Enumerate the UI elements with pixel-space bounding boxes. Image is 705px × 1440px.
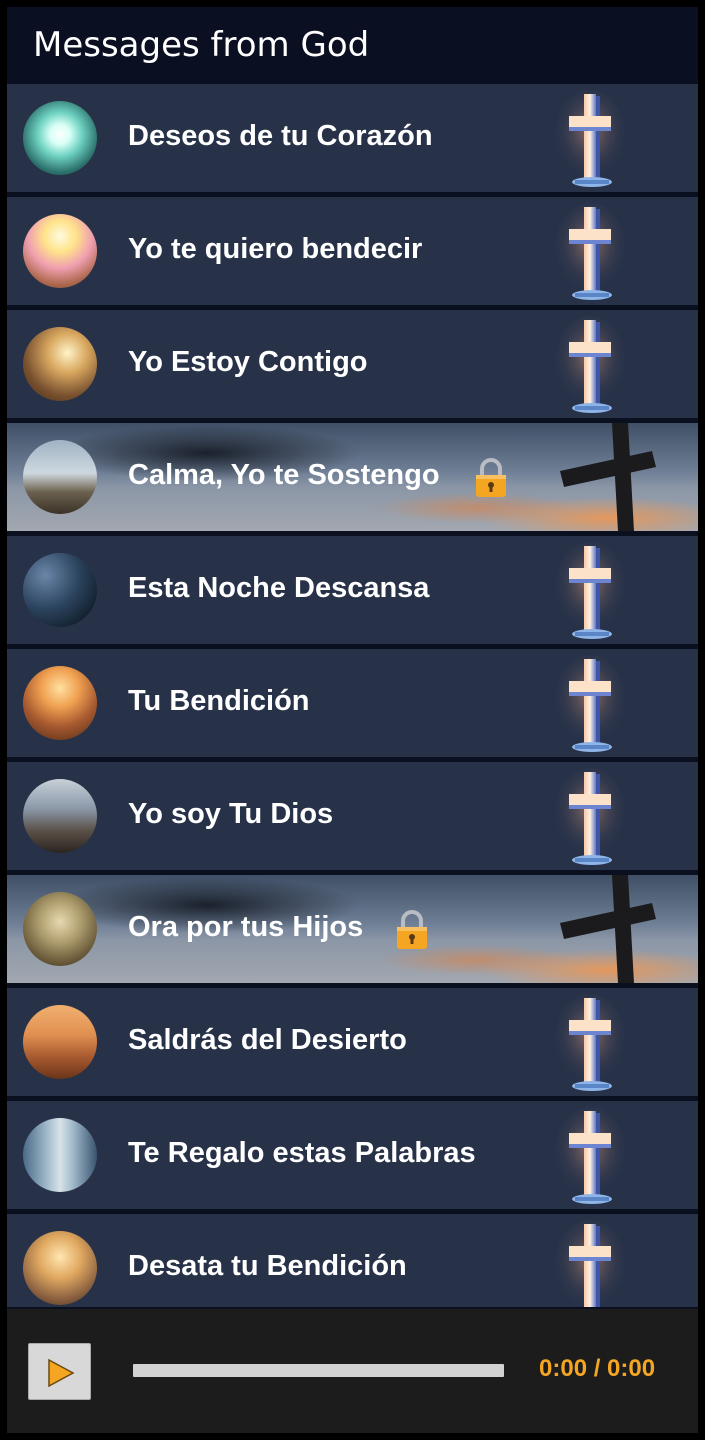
lock-icon — [473, 458, 509, 498]
message-thumbnail — [23, 440, 97, 514]
glowing-cross-icon — [555, 768, 625, 865]
dark-cross-sunset-icon — [560, 875, 656, 983]
message-row[interactable]: Calma, Yo te Sostengo — [7, 423, 698, 531]
message-thumbnail — [23, 666, 97, 740]
glowing-cross-icon — [555, 994, 625, 1091]
message-title: Esta Noche Descansa — [128, 572, 430, 604]
message-thumbnail — [23, 1005, 97, 1079]
play-icon — [48, 1358, 75, 1388]
message-thumbnail — [23, 779, 97, 853]
message-thumbnail — [23, 553, 97, 627]
time-display: 0:00 / 0:00 — [539, 1355, 656, 1382]
message-title: Yo Estoy Contigo — [128, 346, 368, 378]
message-row[interactable]: Deseos de tu Corazón — [7, 84, 698, 192]
message-row[interactable]: Yo Estoy Contigo — [7, 310, 698, 418]
glowing-cross-icon — [555, 1107, 625, 1204]
glowing-cross-icon — [555, 655, 625, 752]
message-row[interactable]: Desata tu Bendición — [7, 1214, 698, 1307]
message-row[interactable]: Ora por tus Hijos — [7, 875, 698, 983]
message-thumbnail — [23, 1231, 97, 1305]
glowing-cross-icon — [555, 1220, 625, 1307]
message-title: Yo te quiero bendecir — [128, 233, 423, 265]
progress-track[interactable] — [133, 1364, 504, 1377]
play-button[interactable] — [28, 1343, 91, 1400]
message-thumbnail — [23, 101, 97, 175]
message-row[interactable]: Yo te quiero bendecir — [7, 197, 698, 305]
message-title: Saldrás del Desierto — [128, 1024, 407, 1056]
glowing-cross-icon — [555, 90, 625, 187]
message-thumbnail — [23, 214, 97, 288]
dark-cross-sunset-icon — [560, 423, 656, 531]
glowing-cross-icon — [555, 316, 625, 413]
message-title: Tu Bendición — [128, 685, 310, 717]
message-thumbnail — [23, 1118, 97, 1192]
message-title: Yo soy Tu Dios — [128, 798, 334, 830]
message-thumbnail — [23, 892, 97, 966]
message-title: Ora por tus Hijos — [128, 911, 364, 943]
audio-player: 0:00 / 0:00 — [7, 1309, 698, 1433]
app-frame: Messages from God Deseos de tu Corazón Yo… — [7, 7, 698, 1433]
glowing-cross-icon — [555, 542, 625, 639]
message-row[interactable]: Esta Noche Descansa — [7, 536, 698, 644]
message-row[interactable]: Yo soy Tu Dios — [7, 762, 698, 870]
message-list[interactable]: Deseos de tu Corazón Yo te quiero bendeci… — [7, 83, 698, 1307]
app-header: Messages from God — [7, 7, 698, 83]
message-row[interactable]: Te Regalo estas Palabras — [7, 1101, 698, 1209]
message-row[interactable]: Tu Bendición — [7, 649, 698, 757]
message-title: Desata tu Bendición — [128, 1250, 407, 1282]
glowing-cross-icon — [555, 203, 625, 300]
message-title: Deseos de tu Corazón — [128, 120, 433, 152]
message-title: Calma, Yo te Sostengo — [128, 459, 440, 491]
app-title: Messages from God — [33, 25, 370, 65]
message-title: Te Regalo estas Palabras — [128, 1137, 476, 1169]
lock-icon — [394, 910, 430, 950]
message-row[interactable]: Saldrás del Desierto — [7, 988, 698, 1096]
message-thumbnail — [23, 327, 97, 401]
